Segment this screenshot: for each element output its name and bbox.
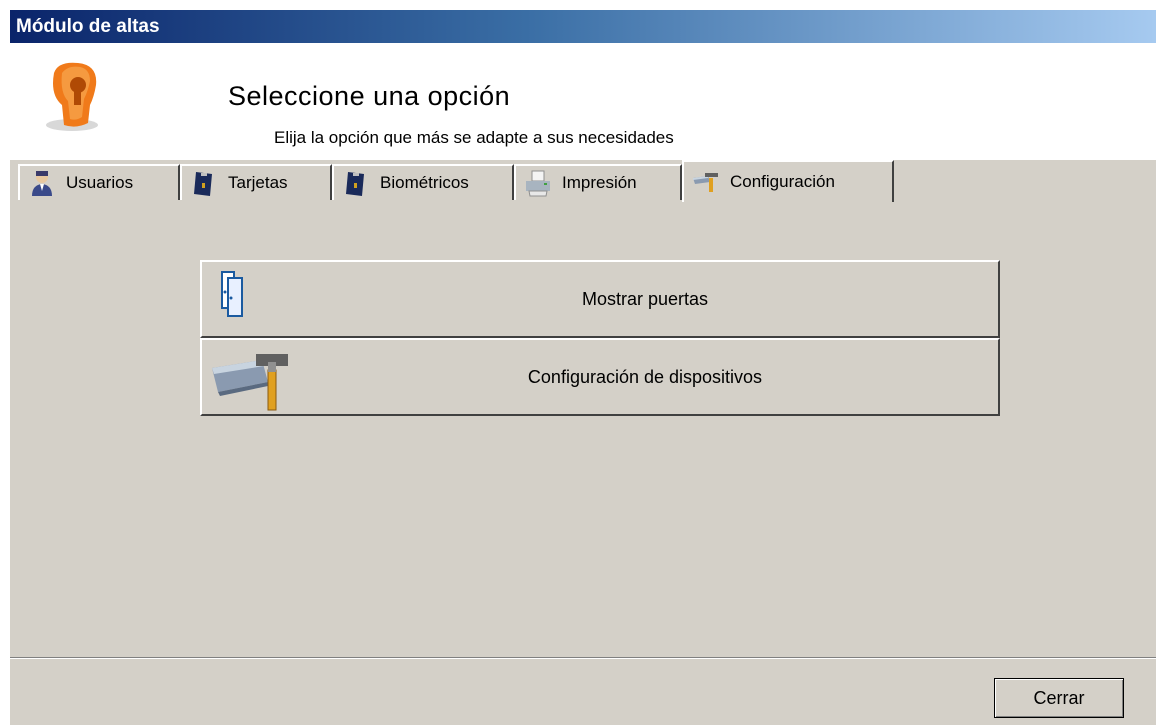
biometric-card-icon: [346, 172, 364, 196]
window: Módulo de altas Seleccione una opción El…: [10, 10, 1156, 725]
footer: Cerrar: [10, 660, 1156, 725]
tab-label: Tarjetas: [228, 173, 288, 192]
tab-tarjetas[interactable]: Tarjetas: [180, 164, 332, 200]
tab-impresion[interactable]: Impresión: [514, 164, 682, 200]
tab-label: Configuración: [730, 172, 835, 191]
window-title: Módulo de altas: [10, 10, 1156, 43]
printer-icon: [526, 170, 550, 197]
show-doors-button[interactable]: Mostrar puertas: [200, 260, 1000, 338]
user-icon: [32, 171, 52, 196]
tab-label: Impresión: [562, 173, 637, 192]
tab-panel: Mostrar puertas Configuración de disposi…: [10, 202, 1156, 657]
keyhole-logo-icon: [46, 62, 98, 131]
page-title: Seleccione una opción: [228, 81, 511, 111]
header: Seleccione una opción Elija la opción qu…: [10, 43, 1156, 160]
tab-label: Biométricos: [380, 173, 469, 192]
device-config-button[interactable]: Configuración de dispositivos: [200, 338, 1000, 416]
tab-label: Usuarios: [66, 173, 134, 192]
close-button[interactable]: Cerrar: [994, 678, 1124, 718]
tab-biometricos[interactable]: Biométricos: [332, 164, 514, 200]
tab-configuracion[interactable]: Configuración: [682, 160, 894, 202]
page-subtitle: Elija la opción que más se adapte a sus …: [274, 128, 674, 147]
config-tools-icon: [693, 173, 718, 192]
footer-separator: [10, 657, 1156, 659]
card-icon: [194, 172, 212, 196]
tab-usuarios[interactable]: Usuarios: [18, 164, 180, 200]
button-label: Mostrar puertas: [581, 288, 709, 309]
tab-strip: Usuarios Tarjetas Biométricos Impresión …: [10, 160, 1156, 352]
button-label: Configuración de dispositivos: [527, 366, 763, 387]
